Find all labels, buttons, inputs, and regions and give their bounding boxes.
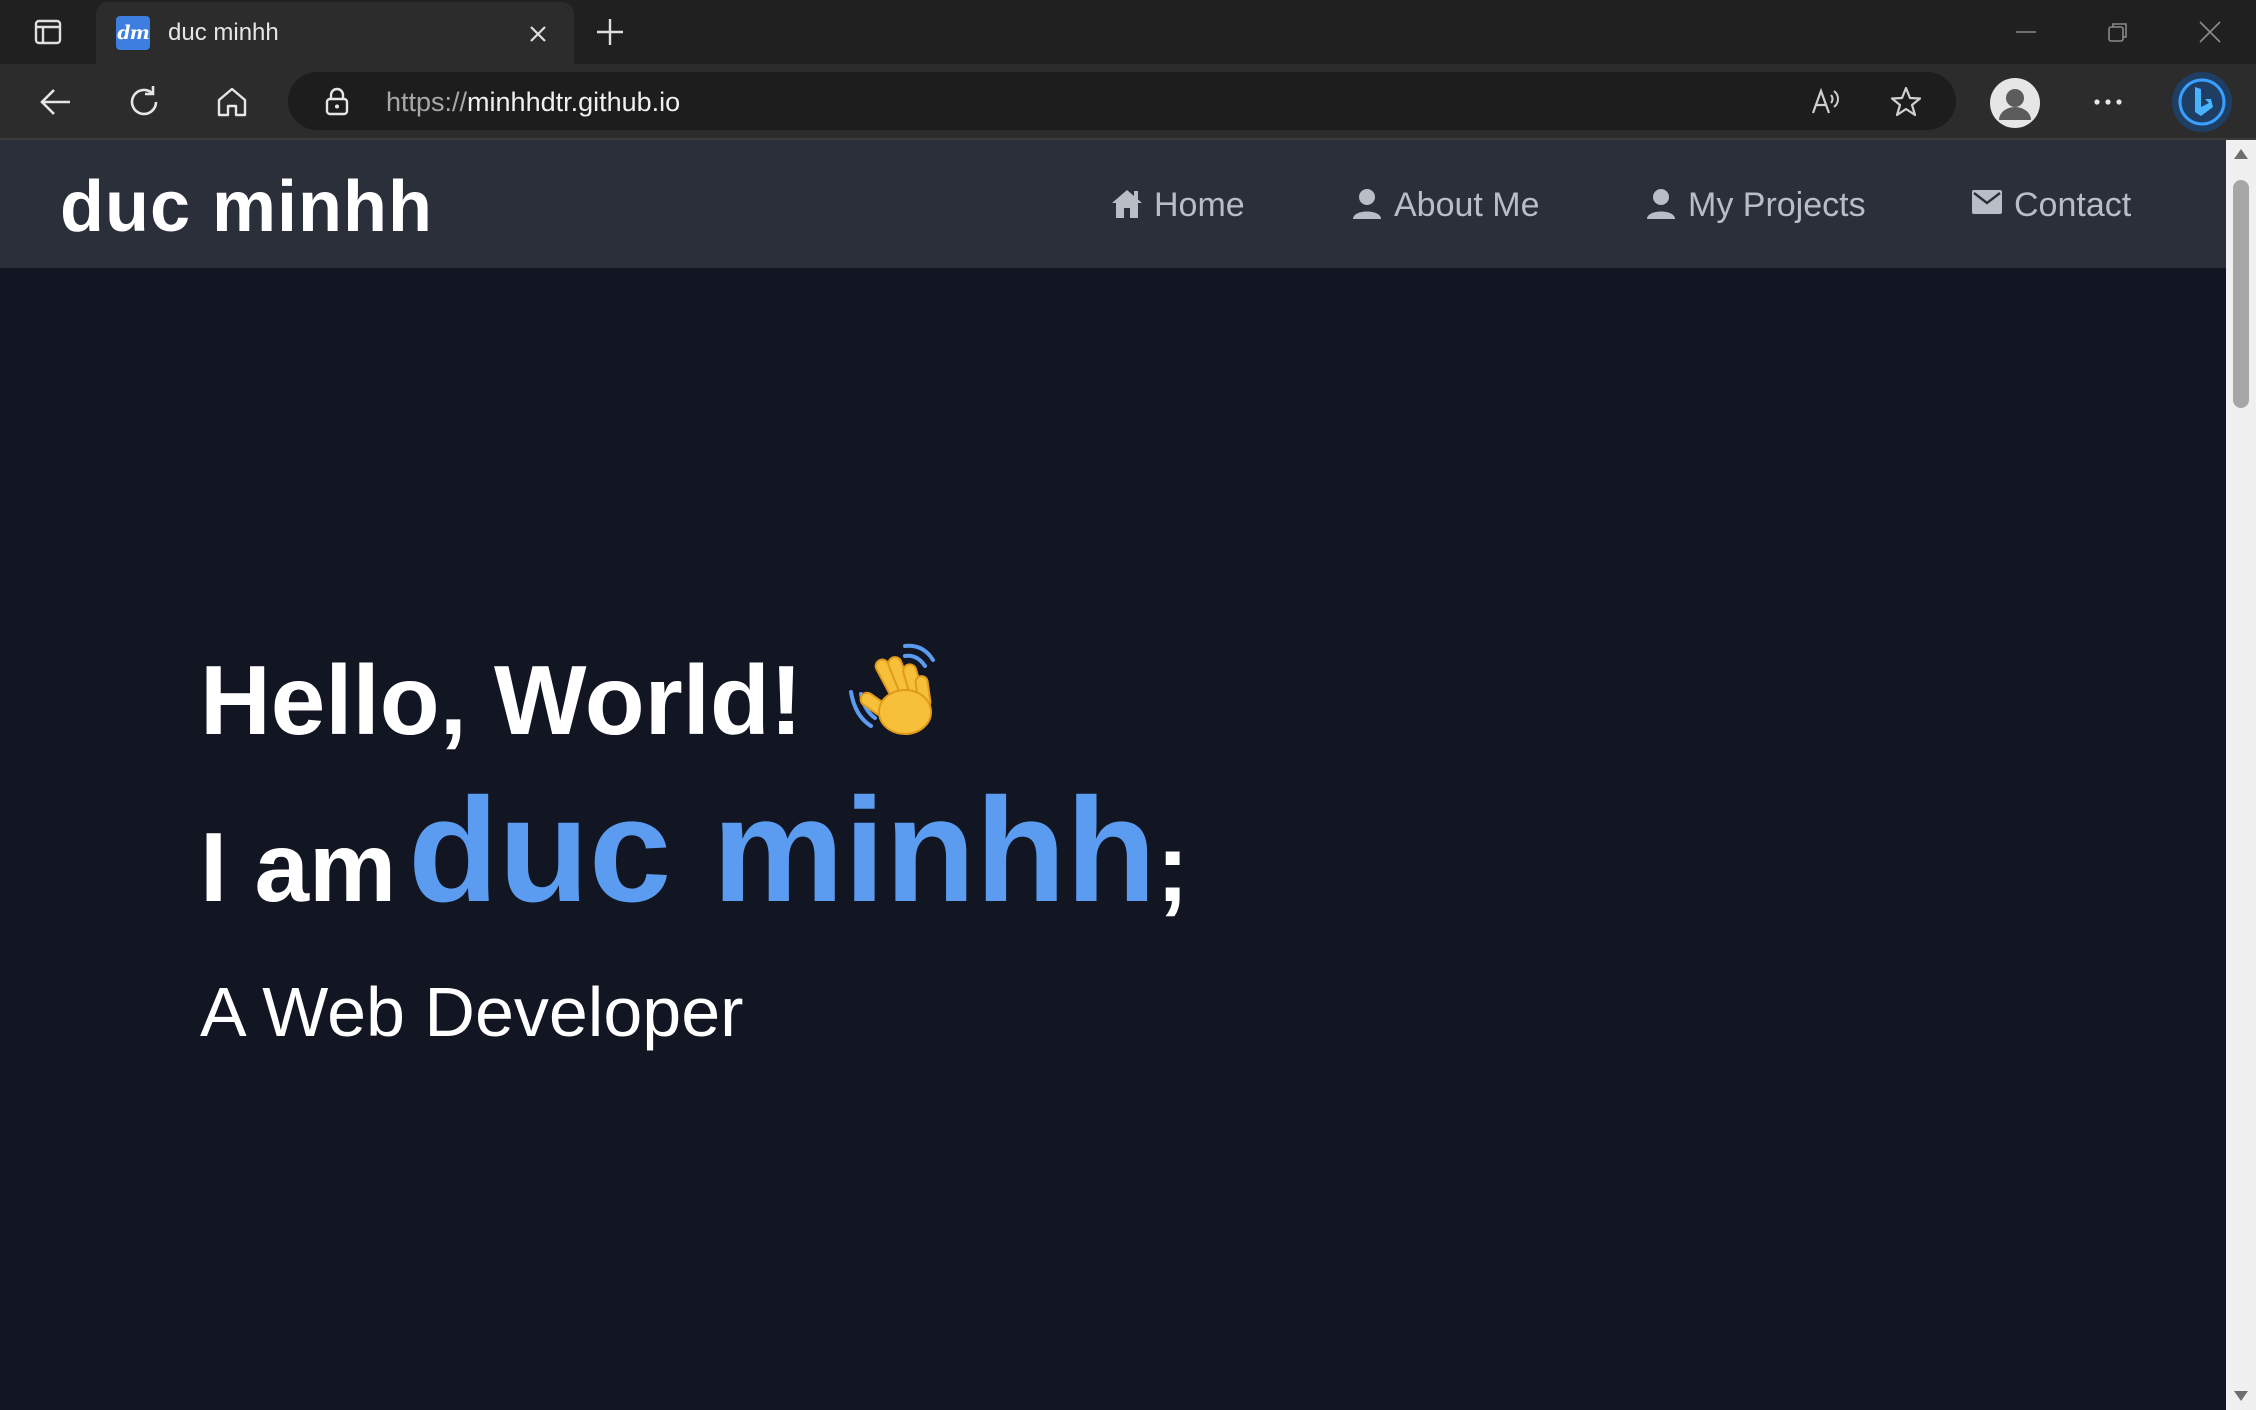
minimize-icon <box>2016 31 2036 33</box>
scrollbar-thumb[interactable] <box>2233 180 2249 408</box>
home-icon <box>217 87 247 117</box>
site-header: duc minhh Home About Me My Projects Cont… <box>0 140 2226 268</box>
close-window-icon <box>2199 21 2221 43</box>
address-bar[interactable]: https://minhhdtr.github.io <box>288 72 1956 130</box>
greeting-text: Hello, World! <box>200 645 803 755</box>
nav-contact[interactable]: Contact <box>1970 180 2131 230</box>
nav-my-projects[interactable]: My Projects <box>1644 180 1866 230</box>
page-viewport: duc minhh Home About Me My Projects Cont… <box>0 140 2226 1410</box>
nav-home-label: Home <box>1154 185 1245 224</box>
intro-prefix: I am <box>200 812 397 922</box>
read-aloud-button[interactable] <box>1806 82 1846 122</box>
plus-icon <box>597 19 623 45</box>
browser-tab[interactable]: dm duc minhh <box>96 2 574 64</box>
new-tab-button[interactable] <box>590 12 630 52</box>
scroll-down-arrow[interactable] <box>2231 1386 2251 1406</box>
more-dots-icon <box>2094 99 2122 105</box>
back-arrow-icon <box>40 89 70 115</box>
home-icon <box>1110 188 1144 222</box>
tab-actions-icon <box>34 19 62 45</box>
page-scrollbar[interactable] <box>2226 140 2256 1410</box>
bing-copilot-button[interactable] <box>2172 72 2232 132</box>
tab-title: duc minhh <box>168 19 279 46</box>
tab-close-button[interactable] <box>520 16 556 52</box>
favorite-star-icon <box>1890 86 1922 117</box>
nav-home[interactable]: Home <box>1110 180 1245 230</box>
refresh-icon <box>130 86 158 116</box>
home-button[interactable] <box>208 78 256 126</box>
browser-toolbar: https://minhhdtr.github.io <box>0 64 2256 140</box>
user-icon <box>1350 188 1384 222</box>
back-button[interactable] <box>32 78 80 126</box>
tab-actions-button[interactable] <box>28 14 68 50</box>
site-logo[interactable]: duc minhh <box>60 166 433 248</box>
lock-icon[interactable] <box>322 86 352 116</box>
url-scheme: https:// <box>386 87 468 117</box>
hero-intro: I amduc minhh; <box>200 766 1189 936</box>
url-text[interactable]: https://minhhdtr.github.io <box>386 87 680 118</box>
profile-avatar-icon <box>1999 89 2031 120</box>
envelope-icon <box>1970 188 2004 222</box>
profile-button[interactable] <box>1990 78 2040 128</box>
intro-suffix: ; <box>1156 812 1189 922</box>
waving-hand-icon <box>847 640 951 763</box>
nav-about-me[interactable]: About Me <box>1350 180 1540 230</box>
triangle-down-icon <box>2234 1391 2248 1401</box>
close-window-button[interactable] <box>2164 0 2256 64</box>
hero-greeting: Hello, World! <box>200 640 951 763</box>
read-aloud-icon <box>1811 87 1839 114</box>
user-icon <box>1644 188 1678 222</box>
intro-name: duc minhh <box>408 768 1157 933</box>
restore-button[interactable] <box>2072 0 2164 64</box>
favorite-button[interactable] <box>1886 82 1926 122</box>
tab-favicon: dm <box>116 16 150 50</box>
nav-contact-label: Contact <box>2014 185 2132 224</box>
bing-copilot-icon <box>2178 78 2226 126</box>
nav-about-me-label: About Me <box>1394 185 1540 224</box>
browser-tabstrip: dm duc minhh <box>0 0 2256 64</box>
minimize-button[interactable] <box>1980 0 2072 64</box>
triangle-up-icon <box>2234 149 2248 159</box>
nav-my-projects-label: My Projects <box>1688 185 1866 224</box>
url-host: minhhdtr.github.io <box>467 87 681 117</box>
restore-icon <box>2108 23 2127 42</box>
scroll-up-arrow[interactable] <box>2231 144 2251 164</box>
hero-role: A Web Developer <box>200 973 744 1051</box>
close-icon <box>530 26 546 42</box>
more-menu-button[interactable] <box>2084 78 2132 126</box>
refresh-button[interactable] <box>120 78 168 126</box>
